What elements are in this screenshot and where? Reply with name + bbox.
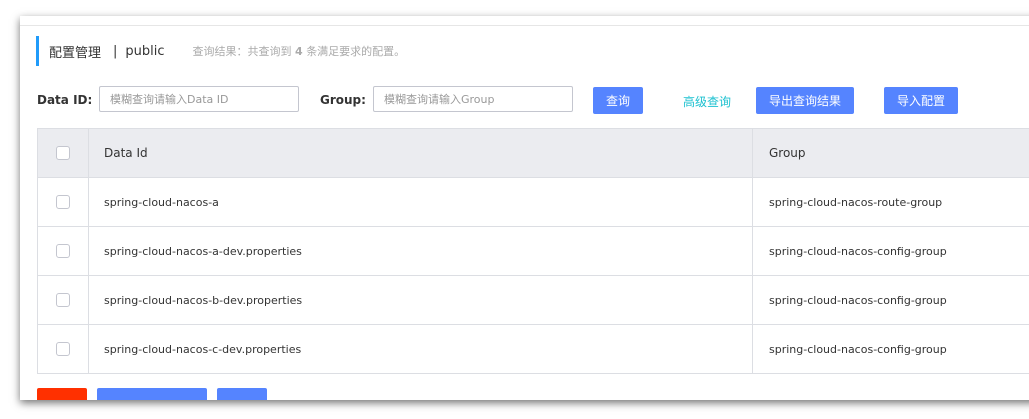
query-result-summary: 查询结果：共查询到 4 条满足要求的配置。: [193, 43, 406, 59]
row-checkbox[interactable]: [56, 195, 70, 209]
table-row: spring-cloud-nacos-b-dev.properties spri…: [38, 276, 1029, 325]
title-separator: |: [113, 43, 118, 59]
result-count: 4: [295, 45, 303, 58]
dataid-label: Data ID:: [37, 93, 93, 107]
row-checkbox[interactable]: [56, 293, 70, 307]
select-all-checkbox[interactable]: [56, 146, 70, 160]
row-checkbox-cell: [38, 276, 89, 324]
page-header: 配置管理 | public 查询结果：共查询到 4 条满足要求的配置。: [36, 36, 405, 66]
header-checkbox-cell: [38, 129, 89, 177]
dataid-search-input[interactable]: [99, 86, 299, 112]
group-label: Group:: [320, 93, 366, 107]
config-management-panel: 配置管理 | public 查询结果：共查询到 4 条满足要求的配置。 Data…: [20, 16, 1029, 400]
result-prefix: 查询结果：共查询到: [192, 45, 292, 58]
row-checkbox-cell: [38, 227, 89, 275]
table-header-row: Data Id Group: [38, 129, 1029, 178]
export-selected-button[interactable]: [97, 388, 207, 400]
row-checkbox[interactable]: [56, 342, 70, 356]
advanced-query-link[interactable]: 高级查询: [683, 93, 731, 110]
column-header-group[interactable]: Group: [753, 129, 1029, 177]
result-suffix: 条满足要求的配置。: [306, 45, 406, 58]
table-row: spring-cloud-nacos-a-dev.properties spri…: [38, 227, 1029, 276]
data-id-cell: spring-cloud-nacos-a-dev.properties: [89, 227, 753, 275]
group-cell: spring-cloud-nacos-config-group: [769, 293, 947, 307]
group-cell: spring-cloud-nacos-config-group: [769, 342, 947, 356]
row-checkbox-cell: [38, 178, 89, 226]
table-row: spring-cloud-nacos-a spring-cloud-nacos-…: [38, 178, 1029, 227]
export-results-button[interactable]: 导出查询结果: [756, 87, 854, 114]
data-id-cell: spring-cloud-nacos-b-dev.properties: [89, 276, 753, 324]
clone-button[interactable]: [217, 388, 267, 400]
top-divider: [20, 25, 1029, 26]
group-search-input[interactable]: [373, 86, 573, 112]
page-title: 配置管理: [49, 45, 102, 61]
query-button[interactable]: 查询: [593, 87, 643, 114]
group-cell: spring-cloud-nacos-config-group: [769, 244, 947, 258]
row-checkbox-cell: [38, 325, 89, 373]
row-checkbox[interactable]: [56, 244, 70, 258]
column-header-data-id[interactable]: Data Id: [89, 129, 753, 177]
config-table: Data Id Group spring-cloud-nacos-a sprin…: [37, 128, 1029, 374]
import-config-button[interactable]: 导入配置: [884, 87, 958, 114]
namespace-name: public: [125, 43, 165, 59]
data-id-cell: spring-cloud-nacos-a: [89, 178, 753, 226]
data-id-cell: spring-cloud-nacos-c-dev.properties: [89, 325, 753, 373]
group-cell: spring-cloud-nacos-route-group: [769, 195, 943, 209]
table-row: spring-cloud-nacos-c-dev.properties spri…: [38, 325, 1029, 373]
delete-button[interactable]: [37, 388, 87, 400]
